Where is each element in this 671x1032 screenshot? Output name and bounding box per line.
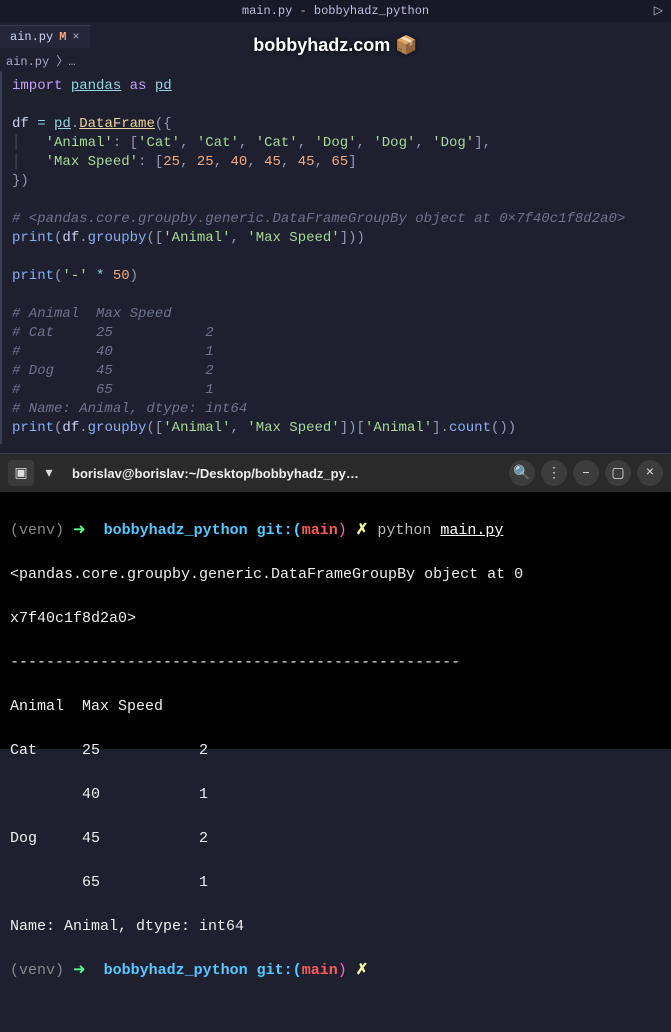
terminal-title: borislav@borislav:~/Desktop/bobbyhadz_py… <box>64 466 503 481</box>
minimize-icon[interactable]: – <box>573 460 599 486</box>
code-editor[interactable]: import pandas as pd df = pd.DataFrame({ … <box>0 71 671 444</box>
watermark: bobbyhadz.com 📦 <box>253 35 417 56</box>
next-editor-icon[interactable]: ▷ <box>654 0 663 22</box>
terminal-header: ▣ ▾ borislav@borislav:~/Desktop/bobbyhad… <box>0 454 671 492</box>
tab-dropdown-icon[interactable]: ▾ <box>40 465 58 482</box>
tab-main-py[interactable]: ain.py M × <box>0 25 90 48</box>
tab-filename: ain.py <box>10 30 53 44</box>
close-terminal-icon[interactable]: × <box>637 460 663 486</box>
terminal-panel: ▣ ▾ borislav@borislav:~/Desktop/bobbyhad… <box>0 453 671 749</box>
window-title: main.py - bobbyhadz_python <box>242 0 429 22</box>
search-icon[interactable]: 🔍 <box>509 460 535 486</box>
menu-icon[interactable]: ⋮ <box>541 460 567 486</box>
new-tab-button[interactable]: ▣ <box>8 460 34 486</box>
close-icon[interactable]: × <box>72 30 79 44</box>
maximize-icon[interactable]: ▢ <box>605 460 631 486</box>
window-title-bar: main.py - bobbyhadz_python ▷ <box>0 0 671 22</box>
terminal-output[interactable]: (venv) ➜ bobbyhadz_python git:(main) ✗ p… <box>0 492 671 1032</box>
tab-modified-indicator: M <box>59 30 66 44</box>
